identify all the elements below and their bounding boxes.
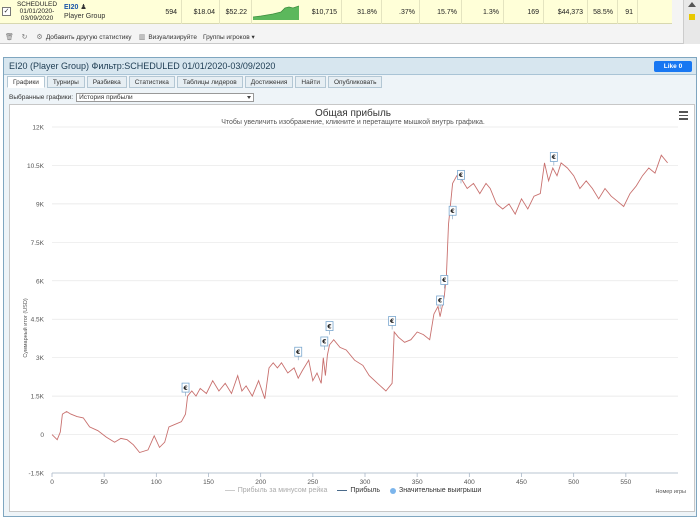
stats-strip: ✓ SCHEDULED 01/01/2020-03/09/2020 EI20 ♟…	[0, 0, 700, 44]
tab-achievements[interactable]: Достижения	[244, 76, 294, 88]
x-tick-label: 550	[620, 479, 631, 486]
group-icon: ♟	[80, 4, 87, 11]
cell-profit: $10,715	[300, 0, 342, 24]
x-tick-label: 150	[203, 479, 214, 486]
tab-breakdown[interactable]: Разбивка	[86, 76, 127, 88]
panel-title: EI20 (Player Group) Фильтр:SCHEDULED 01/…	[9, 61, 276, 71]
profit-sparkline	[253, 5, 299, 20]
vertical-scrollbar[interactable]	[683, 0, 700, 44]
cell-total: $44,373	[544, 0, 588, 24]
tab-tournaments[interactable]: Турниры	[46, 76, 85, 88]
panel-tabs: Графики Турниры Разбивка Статистика Табл…	[7, 76, 383, 88]
y-tick-label: 4.5K	[31, 317, 45, 324]
player-groups-dropdown[interactable]: Группы игроков ▾	[203, 33, 255, 41]
gear-icon: ⚙	[36, 34, 43, 41]
add-stat-button[interactable]: ⚙ Добавить другую статистику	[35, 33, 132, 41]
graph-panel: EI20 (Player Group) Фильтр:SCHEDULED 01/…	[3, 57, 697, 517]
chart-canvas[interactable]: 12K 10.5K 9K 7.5K 6K 4.5K 3K 1.5K 0 -1.5K 0 50 100 15…	[10, 105, 696, 513]
x-tick-label: 250	[307, 479, 318, 486]
big-win-glyph: €	[551, 154, 556, 161]
cell-avg-profit: $18.04	[182, 0, 220, 24]
legend-item-net[interactable]: Прибыль за минусом рейка	[224, 487, 328, 494]
toolbar: 🗑 ↻ ⚙ Добавить другую статистику ▥ Визуа…	[0, 31, 255, 43]
visualize-button[interactable]: ▥ Визуализируйте	[138, 33, 197, 41]
chevron-down-icon	[247, 96, 252, 99]
x-tick-label: 400	[464, 479, 475, 486]
player-cell[interactable]: EI20 ♟ Player Group	[64, 3, 105, 21]
big-win-glyph: €	[437, 298, 442, 305]
x-tick-label: 350	[412, 479, 423, 486]
graph-select[interactable]: История прибыли	[76, 93, 255, 102]
player-group-label: Player Group	[64, 13, 106, 20]
profit-series-line	[51, 154, 668, 454]
legend-label: Прибыль	[350, 487, 380, 494]
player-groups-label: Группы игроков	[202, 34, 250, 41]
table-row[interactable]: ✓ SCHEDULED 01/01/2020-03/09/2020 EI20 ♟…	[0, 0, 672, 24]
graph-selector-row: Выбранные графики: История прибыли	[9, 93, 255, 102]
y-tick-label: 6K	[36, 278, 45, 285]
y-tick-label: 3K	[36, 355, 45, 362]
scroll-marker	[689, 14, 695, 20]
cell-itm: 15.7%	[420, 0, 462, 24]
refresh-icon[interactable]: ↻	[20, 33, 29, 41]
x-tick-label: 0	[50, 479, 54, 486]
tab-graphs[interactable]: Графики	[7, 76, 45, 88]
chart-legend: Прибыль за минусом рейка Прибыль Значите…	[10, 487, 696, 494]
cell-num: 91	[618, 0, 638, 24]
big-win-glyph: €	[182, 385, 187, 392]
legend-item-big-wins[interactable]: Значительные выигрыши	[389, 487, 482, 494]
legend-item-profit[interactable]: Прибыль	[337, 487, 380, 494]
cell-rake: .37%	[382, 0, 420, 24]
visualize-label: Визуализируйте	[148, 34, 197, 41]
y-tick-label: 7.5K	[31, 240, 45, 247]
scroll-up-icon[interactable]	[688, 2, 696, 7]
cell-pct: 58.5%	[588, 0, 618, 24]
legend-swatch	[337, 489, 348, 492]
big-win-glyph: €	[441, 277, 446, 284]
legend-label: Прибыль за минусом рейка	[237, 487, 328, 494]
y-tick-label: 12K	[32, 125, 44, 132]
trash-icon[interactable]: 🗑	[5, 33, 14, 41]
tab-statistics[interactable]: Статистика	[128, 76, 175, 88]
row-checkbox[interactable]: ✓	[2, 7, 11, 16]
cell-games: 594	[150, 0, 182, 24]
x-tick-label: 200	[255, 479, 266, 486]
x-tick-label: 50	[101, 479, 109, 486]
y-tick-label: 0	[40, 432, 44, 439]
x-tick-label: 100	[151, 479, 162, 486]
big-win-glyph: €	[321, 339, 326, 346]
y-tick-label: -1.5K	[28, 471, 44, 478]
cell-roi: 31.8%	[342, 0, 382, 24]
player-name-link[interactable]: EI20	[64, 4, 78, 11]
big-win-glyph: €	[458, 172, 463, 179]
schedule-filter-label: SCHEDULED 01/01/2020-03/09/2020	[16, 1, 58, 22]
y-tick-label: 10.5K	[27, 163, 45, 170]
graph-select-value: История прибыли	[79, 94, 133, 101]
x-tick-label: 300	[360, 479, 371, 486]
tab-find[interactable]: Найти	[295, 76, 326, 88]
legend-swatch	[224, 489, 235, 492]
panel-header: EI20 (Player Group) Фильтр:SCHEDULED 01/…	[4, 58, 696, 75]
big-win-glyph: €	[450, 208, 455, 215]
tab-publish[interactable]: Опубликовать	[327, 76, 383, 88]
legend-dot	[389, 487, 396, 494]
x-tick-label: 450	[516, 479, 527, 486]
chart-icon: ▥	[138, 34, 146, 41]
cell-count: 169	[504, 0, 544, 24]
tab-leaderboards[interactable]: Таблицы лидеров	[176, 76, 243, 88]
big-win-glyph: €	[295, 349, 300, 356]
profit-chart[interactable]: Общая прибыль Чтобы увеличить изображени…	[9, 104, 695, 512]
big-win-glyph: €	[326, 323, 331, 330]
y-tick-label: 9K	[36, 201, 45, 208]
chevron-down-icon: ▾	[251, 34, 255, 41]
cell-avg-stake: $52.22	[220, 0, 252, 24]
facebook-like-button[interactable]: Like 0	[654, 61, 692, 72]
legend-label: Значительные выигрыши	[398, 487, 482, 494]
add-stat-label: Добавить другую статистику	[45, 34, 132, 41]
x-tick-label: 500	[568, 479, 579, 486]
cell-win: 1.3%	[462, 0, 504, 24]
big-win-glyph: €	[389, 318, 394, 325]
selected-graphs-label: Выбранные графики:	[9, 94, 74, 101]
y-tick-label: 1.5K	[31, 394, 45, 401]
